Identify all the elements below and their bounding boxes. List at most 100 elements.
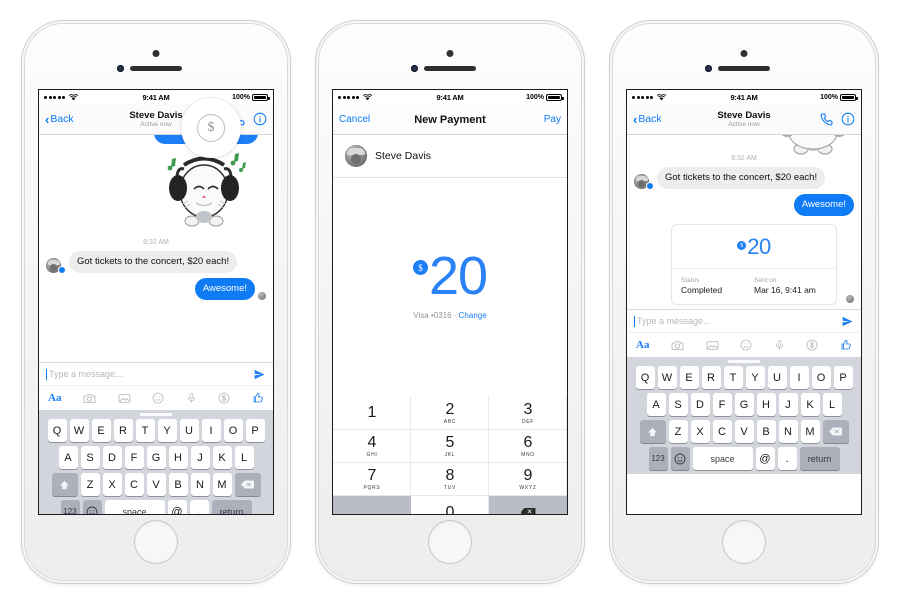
photos-icon[interactable] — [706, 340, 719, 351]
emoji-icon[interactable] — [740, 339, 752, 351]
back-button[interactable]: ‹ Back — [633, 113, 662, 126]
numpad-key-2[interactable]: 2 ABC — [411, 397, 489, 430]
dollar-icon-highlighted[interactable]: $ — [197, 114, 225, 142]
key-z[interactable]: Z — [668, 420, 688, 443]
key-w[interactable]: W — [657, 366, 677, 389]
camera-icon[interactable] — [83, 393, 96, 404]
key-z[interactable]: Z — [80, 473, 100, 496]
key-y[interactable]: Y — [745, 366, 765, 389]
key-k[interactable]: K — [212, 446, 232, 469]
return-key[interactable]: return — [211, 500, 252, 514]
home-button[interactable] — [429, 521, 471, 563]
home-button[interactable] — [723, 521, 765, 563]
numpad-key-0[interactable]: 0 — [411, 496, 489, 514]
key-s[interactable]: S — [668, 393, 688, 416]
numpad-key-8[interactable]: 8 TUV — [411, 463, 489, 496]
period-key[interactable]: . — [777, 447, 797, 470]
key-r[interactable]: R — [701, 366, 721, 389]
cancel-button[interactable]: Cancel — [339, 114, 370, 125]
backspace-key[interactable] — [234, 473, 261, 496]
back-button[interactable]: ‹ Back — [45, 113, 74, 126]
dollar-icon-highlight-spotlight[interactable]: $ — [181, 98, 241, 158]
microphone-icon[interactable] — [774, 339, 785, 351]
numpad-key-delete[interactable]: ✕ — [489, 496, 567, 514]
microphone-icon[interactable] — [186, 392, 197, 404]
key-f[interactable]: F — [124, 446, 144, 469]
key-n[interactable]: N — [778, 420, 798, 443]
key-o[interactable]: O — [223, 419, 243, 442]
key-t[interactable]: T — [135, 419, 155, 442]
numpad-key-7[interactable]: 7 PQRS — [333, 463, 411, 496]
message-input-row[interactable]: Type a message... — [39, 363, 273, 385]
numpad-key-decimal[interactable]: . — [333, 496, 411, 514]
home-button[interactable] — [135, 521, 177, 563]
numpad-key-6[interactable]: 6 MNO — [489, 430, 567, 463]
key-q[interactable]: Q — [47, 419, 67, 442]
key-n[interactable]: N — [190, 473, 210, 496]
period-key[interactable]: . — [189, 500, 209, 514]
key-l[interactable]: L — [234, 446, 254, 469]
space-key[interactable]: space — [692, 447, 753, 470]
key-m[interactable]: M — [212, 473, 232, 496]
phone-icon[interactable] — [820, 113, 833, 126]
key-a[interactable]: A — [646, 393, 666, 416]
at-key[interactable]: @ — [167, 500, 187, 514]
numpad-key-3[interactable]: 3 DEF — [489, 397, 567, 430]
key-g[interactable]: G — [146, 446, 166, 469]
key-k[interactable]: K — [800, 393, 820, 416]
key-h[interactable]: H — [168, 446, 188, 469]
shift-key[interactable] — [51, 473, 78, 496]
numpad-key-4[interactable]: 4 GHI — [333, 430, 411, 463]
key-e[interactable]: E — [679, 366, 699, 389]
text-format-icon[interactable]: Aa — [48, 392, 61, 404]
info-icon[interactable] — [841, 112, 855, 126]
key-j[interactable]: J — [778, 393, 798, 416]
change-card-link[interactable]: Change — [459, 311, 487, 320]
shift-key[interactable] — [639, 420, 666, 443]
return-key[interactable]: return — [799, 447, 840, 470]
text-format-icon[interactable]: Aa — [636, 339, 649, 351]
emoji-key[interactable] — [82, 500, 102, 514]
backspace-key[interactable] — [822, 420, 849, 443]
numpad-key-5[interactable]: 5 JKL — [411, 430, 489, 463]
payment-recipient-row[interactable]: Steve Davis — [333, 135, 567, 178]
emoji-key[interactable] — [670, 447, 690, 470]
key-o[interactable]: O — [811, 366, 831, 389]
key-m[interactable]: M — [800, 420, 820, 443]
key-t[interactable]: T — [723, 366, 743, 389]
numpad-key-1[interactable]: 1 — [333, 397, 411, 430]
key-u[interactable]: U — [767, 366, 787, 389]
key-p[interactable]: P — [833, 366, 853, 389]
numpad-key-9[interactable]: 9 WXYZ — [489, 463, 567, 496]
key-x[interactable]: X — [102, 473, 122, 496]
dollar-icon[interactable] — [806, 339, 818, 351]
camera-icon[interactable] — [671, 340, 684, 351]
send-icon[interactable] — [253, 368, 266, 381]
key-u[interactable]: U — [179, 419, 199, 442]
key-b[interactable]: B — [168, 473, 188, 496]
key-f[interactable]: F — [712, 393, 732, 416]
key-j[interactable]: J — [190, 446, 210, 469]
send-icon[interactable] — [841, 315, 854, 328]
key-g[interactable]: G — [734, 393, 754, 416]
space-key[interactable]: space — [104, 500, 165, 514]
at-key[interactable]: @ — [755, 447, 775, 470]
key-r[interactable]: R — [113, 419, 133, 442]
key-s[interactable]: S — [80, 446, 100, 469]
emoji-icon[interactable] — [152, 392, 164, 404]
numbers-key[interactable]: 123 — [648, 447, 668, 470]
key-e[interactable]: E — [91, 419, 111, 442]
key-h[interactable]: H — [756, 393, 776, 416]
key-w[interactable]: W — [69, 419, 89, 442]
info-icon[interactable] — [253, 112, 267, 126]
thumbs-up-icon[interactable] — [252, 392, 264, 404]
key-l[interactable]: L — [822, 393, 842, 416]
key-x[interactable]: X — [690, 420, 710, 443]
dollar-icon[interactable] — [218, 392, 230, 404]
key-b[interactable]: B — [756, 420, 776, 443]
key-d[interactable]: D — [690, 393, 710, 416]
message-thread[interactable]: 8:32 AM Got tickets to the concert, $20 … — [39, 135, 273, 362]
key-v[interactable]: V — [734, 420, 754, 443]
key-a[interactable]: A — [58, 446, 78, 469]
photos-icon[interactable] — [118, 393, 131, 404]
